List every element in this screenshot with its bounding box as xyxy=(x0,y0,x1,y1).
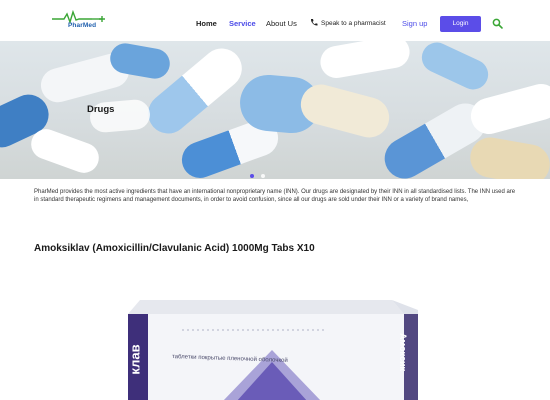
pill-image xyxy=(467,134,550,179)
nav-sign-up[interactable]: Sign up xyxy=(402,19,427,28)
package-brand-left: клав xyxy=(127,344,143,375)
pill-image xyxy=(317,41,413,81)
pill-image xyxy=(26,124,104,178)
nav-home[interactable]: Home xyxy=(196,19,217,28)
product-image: таблетки покрытые пленочной оболочкой кл… xyxy=(122,292,422,400)
nav-service[interactable]: Service xyxy=(229,19,256,28)
intro-paragraph: PharMed provides the most active ingredi… xyxy=(34,189,516,204)
pill-image xyxy=(296,80,394,142)
logo-text: PharMed xyxy=(68,22,97,29)
package-brand-right: Амоксик xyxy=(397,333,408,371)
nav-about-us[interactable]: About Us xyxy=(266,19,297,28)
carousel-dot-active[interactable] xyxy=(250,174,254,178)
pill-image xyxy=(416,41,494,95)
phone-icon xyxy=(310,19,318,26)
hero-title: Drugs xyxy=(87,104,115,115)
hero-banner: Drugs xyxy=(0,41,550,179)
product-title: Amoksiklav (Amoxicillin/Clavulanic Acid)… xyxy=(34,243,315,254)
carousel-dot[interactable] xyxy=(261,174,266,178)
login-button[interactable]: Login xyxy=(440,16,481,32)
site-header: PharMed Home Service About Us Speak to a… xyxy=(0,0,550,41)
nav-speak-to-pharmacist[interactable]: Speak to a pharmacist xyxy=(321,20,386,27)
pharmed-logo[interactable]: PharMed xyxy=(52,10,108,32)
search-icon[interactable] xyxy=(492,18,503,29)
carousel-dots xyxy=(250,165,268,179)
pill-image xyxy=(466,79,550,139)
